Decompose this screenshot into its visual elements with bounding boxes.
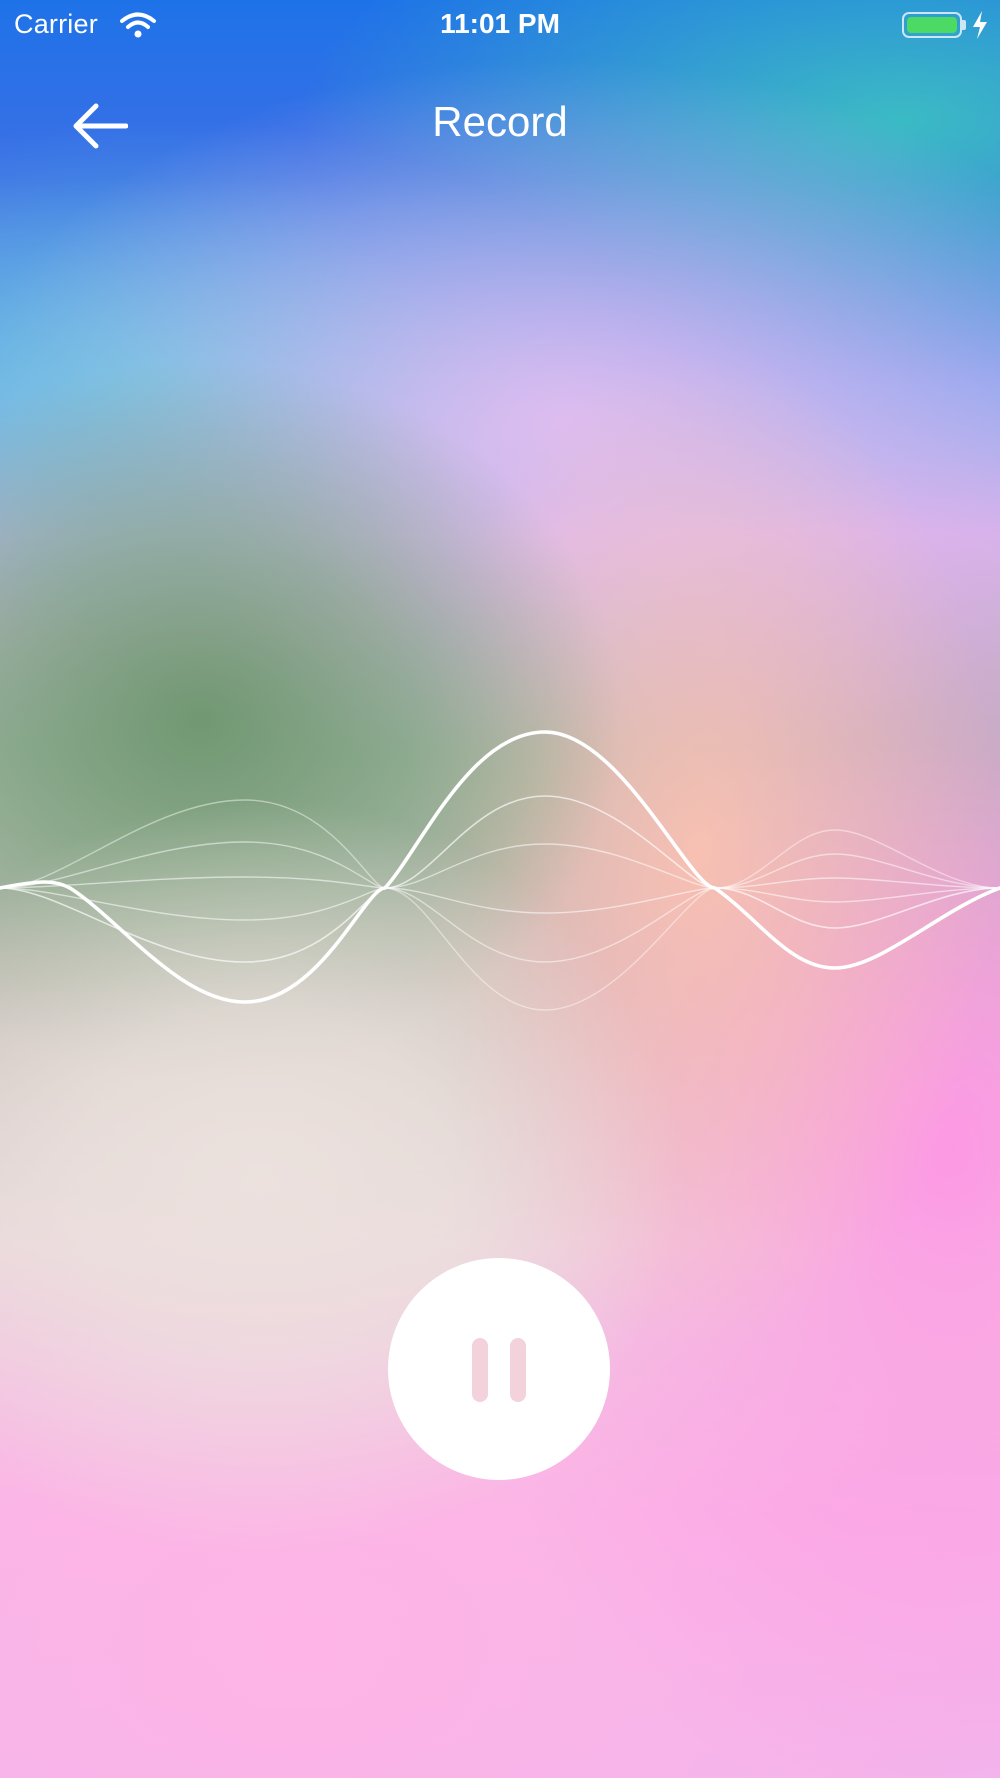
- wave-line-faint-1: [0, 799, 1000, 1011]
- pause-button[interactable]: [388, 1258, 610, 1480]
- status-time: 11:01 PM: [440, 8, 560, 39]
- status-bar: Carrier 11:01 PM: [0, 0, 1000, 50]
- battery-level: [907, 17, 957, 33]
- battery-icon: [902, 12, 962, 38]
- wave-line-faint-3: [0, 876, 1000, 914]
- page-title: Record: [432, 98, 568, 145]
- bolt-icon: [973, 11, 987, 39]
- pause-icon: [472, 1338, 488, 1402]
- battery-cap: [962, 20, 966, 30]
- sound-wave: [0, 730, 1000, 1011]
- wave-line-main: [0, 730, 1000, 1004]
- pause-icon-bar: [510, 1338, 526, 1402]
- nav-bar: Record: [0, 70, 1000, 174]
